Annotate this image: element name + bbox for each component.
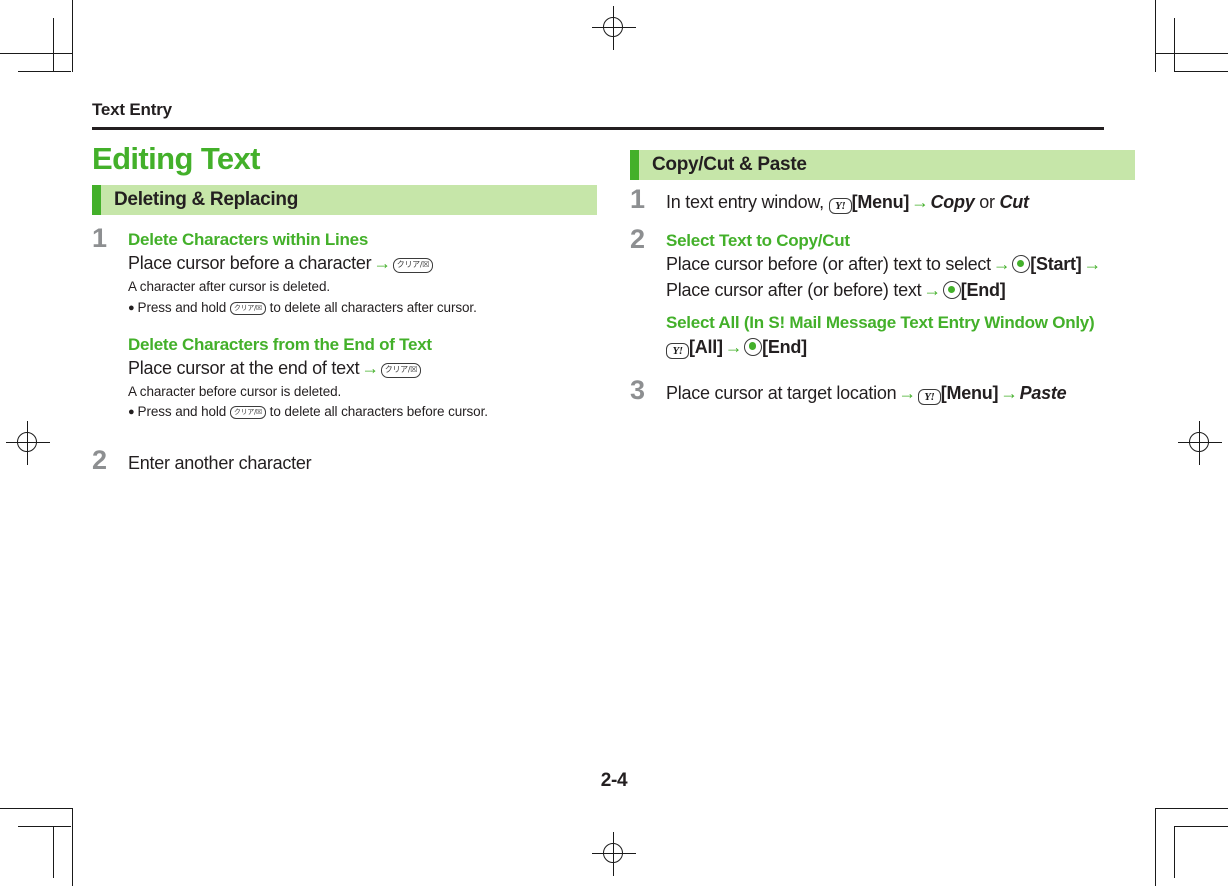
step-2-right: 2 Select Text to Copy/Cut Place cursor b…: [630, 225, 1135, 361]
all-softkey-label: [All]: [689, 336, 723, 357]
instruction-text: Place cursor before (or after) text to s…: [666, 254, 991, 275]
step-instruction: Place cursor at the end of text → クリア/☒: [128, 356, 597, 382]
step-2-left: 2 Enter another character: [92, 446, 597, 477]
menu-option-cut: Cut: [999, 192, 1030, 212]
section-header-label: Deleting & Replacing: [114, 189, 299, 210]
step-bullet-note: ● Press and hold クリア/☒ to delete all char…: [128, 298, 597, 318]
instruction-text: Place cursor before a character: [128, 253, 372, 274]
arrow-icon: →: [992, 254, 1011, 275]
left-column: Editing Text Deleting & Replacing 1 Dele…: [92, 143, 597, 481]
arrow-icon: →: [898, 382, 916, 403]
step-instruction: Place cursor at target location → Y! [Menu]…: [666, 381, 1135, 407]
arrow-icon: →: [361, 358, 379, 379]
step-1-right: 1 In text entry window, Y! [Menu] → Copy or…: [630, 186, 1135, 216]
step-number: 3: [630, 374, 646, 405]
step-subheading-select-all: Select All (In S! Mail Message Text Entr…: [666, 313, 1095, 333]
arrow-icon: →: [1083, 254, 1102, 275]
center-key-icon: [1012, 255, 1031, 274]
arrow-icon: →: [373, 253, 391, 274]
instruction-text: Place cursor after (or before) text: [666, 280, 922, 301]
yahoo-key-icon: Y!: [666, 342, 689, 359]
step-instruction-line-1: Place cursor before (or after) text to s…: [666, 252, 1135, 278]
bullet-icon: ●: [128, 301, 135, 314]
step-number: 2: [92, 444, 108, 475]
bullet-text-pre: Press and hold: [137, 404, 227, 420]
bullet-text-pre: Press and hold: [137, 299, 227, 315]
section-accent-bar: [630, 150, 639, 180]
clear-key-icon: クリア/☒: [380, 363, 422, 379]
clear-key-icon: クリア/☒: [229, 301, 267, 315]
section-accent-bar: [92, 185, 101, 215]
step-instruction-select-all: Y! [All] → [End]: [666, 335, 1135, 361]
step-3-right: 3 Place cursor at target location → Y! [Men…: [630, 376, 1135, 407]
bullet-text-tail: to delete all characters before cursor.: [269, 404, 488, 420]
end-softkey-label: [End]: [762, 336, 807, 357]
step-1-left: 1 Delete Characters within Lines Place c…: [92, 225, 597, 423]
step-instruction: Place cursor before a character → クリア/☒: [128, 251, 597, 277]
yahoo-key-icon: Y!: [828, 198, 852, 214]
step-bullet-note: ● Press and hold クリア/☒ to delete all char…: [128, 402, 597, 422]
section-header-copy-cut-paste: Copy/Cut & Paste: [630, 150, 1135, 180]
instruction-text: In text entry window,: [666, 192, 824, 212]
instruction-text: Place cursor at the end of text: [128, 358, 360, 379]
center-key-icon: [744, 337, 763, 356]
right-column: Copy/Cut & Paste 1 In text entry window,…: [630, 150, 1135, 410]
menu-option-copy: Copy: [930, 192, 975, 212]
step-instruction-line-2: Place cursor after (or before) text → [End…: [666, 278, 1135, 304]
clear-key-icon: クリア/☒: [392, 258, 434, 274]
center-key-icon: [942, 281, 961, 300]
step-instruction: Enter another character: [128, 452, 312, 473]
bullet-text-tail: to delete all characters after cursor.: [269, 299, 477, 315]
instruction-text: Place cursor at target location: [666, 382, 897, 403]
arrow-icon: →: [923, 280, 941, 301]
step-number: 2: [630, 223, 646, 254]
menu-softkey-label: [Menu]: [851, 192, 910, 212]
step-note: A character before cursor is deleted.: [128, 384, 342, 400]
page-number: 2-4: [600, 770, 628, 791]
bullet-icon: ●: [128, 406, 135, 419]
running-head: Text Entry: [92, 100, 172, 119]
step-heading: Delete Characters within Lines: [128, 230, 369, 249]
arrow-icon: →: [1000, 382, 1018, 403]
start-softkey-label: [Start]: [1030, 254, 1082, 275]
section-header-label: Copy/Cut & Paste: [652, 154, 807, 175]
manual-page: Text Entry Editing Text Deleting & Repla…: [0, 0, 1228, 886]
step-heading: Delete Characters from the End of Text: [128, 334, 432, 354]
arrow-icon: →: [724, 336, 743, 357]
end-softkey-label: [End]: [960, 280, 1006, 301]
page-title: Editing Text: [92, 141, 260, 176]
section-header-deleting-replacing: Deleting & Replacing: [92, 185, 597, 215]
step-instruction: In text entry window, Y! [Menu] → Copy or C…: [666, 190, 1135, 216]
menu-softkey-label: [Menu]: [940, 382, 999, 403]
step-number: 1: [92, 223, 108, 253]
step-note: A character after cursor is deleted.: [128, 279, 330, 295]
arrow-icon: →: [911, 192, 929, 212]
menu-option-paste: Paste: [1019, 382, 1067, 403]
header-rule: [92, 127, 1104, 130]
step-heading: Select Text to Copy/Cut: [666, 230, 850, 250]
or-label: or: [979, 192, 995, 212]
yahoo-key-icon: Y!: [917, 388, 941, 405]
step-number: 1: [630, 184, 646, 214]
clear-key-icon: クリア/☒: [229, 406, 267, 420]
